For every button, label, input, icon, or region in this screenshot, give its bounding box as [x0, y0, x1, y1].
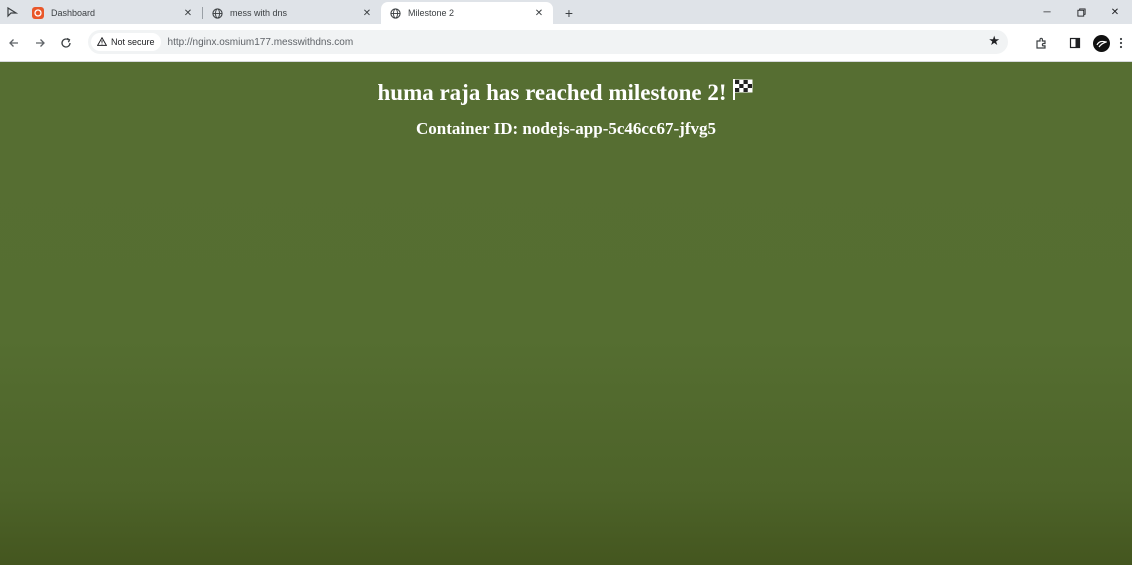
- avatar: [1092, 34, 1110, 52]
- url-text[interactable]: http://nginx.osmium177.messwithdns.com: [168, 37, 354, 48]
- profile-avatar-icon[interactable]: [1088, 30, 1114, 56]
- page-content: huma raja has reached milestone 2! Conta…: [0, 62, 1132, 565]
- security-label: Not secure: [111, 37, 155, 47]
- close-tab-icon[interactable]: ✕: [182, 7, 194, 19]
- reload-icon[interactable]: [53, 30, 79, 56]
- minimize-icon[interactable]: ─: [1030, 0, 1064, 24]
- security-indicator[interactable]: Not secure: [91, 33, 161, 51]
- bookmark-star-icon[interactable]: ★: [988, 33, 1000, 49]
- close-tab-icon[interactable]: ✕: [361, 7, 373, 19]
- close-window-icon[interactable]: ✕: [1098, 0, 1132, 24]
- milestone-heading-text: huma raja has reached milestone 2!: [377, 80, 727, 105]
- extensions-puzzle-icon[interactable]: [1028, 30, 1054, 56]
- tab-mess-with-dns[interactable]: mess with dns ✕: [203, 2, 381, 24]
- checkered-flag-icon: [731, 77, 755, 108]
- tab-search-icon[interactable]: [0, 0, 24, 24]
- tab-title: mess with dns: [230, 8, 288, 18]
- restore-icon[interactable]: [1064, 0, 1098, 24]
- menu-kebab-icon[interactable]: [1114, 30, 1128, 56]
- warning-triangle-icon: [96, 36, 108, 48]
- page-title: huma raja has reached milestone 2!: [0, 79, 1132, 108]
- back-arrow-icon[interactable]: [1, 30, 27, 56]
- window-controls: ─ ✕: [1030, 0, 1132, 24]
- tab-title: Dashboard: [51, 8, 96, 18]
- toolbar-right-actions: [1028, 30, 1128, 56]
- container-id-text: Container ID: nodejs-app-5c46cc67-jfvg5: [416, 119, 716, 138]
- globe-icon: [211, 7, 223, 19]
- ubuntu-logo-icon: [32, 7, 44, 19]
- tab-milestone-2[interactable]: Milestone 2 ✕: [381, 2, 553, 24]
- close-tab-icon[interactable]: ✕: [533, 7, 545, 19]
- tab-title: Milestone 2: [408, 8, 455, 18]
- address-bar[interactable]: Not secure http://nginx.osmium177.messwi…: [88, 30, 1008, 54]
- side-panel-icon[interactable]: [1062, 30, 1088, 56]
- globe-icon: [389, 7, 401, 19]
- browser-toolbar: Not secure http://nginx.osmium177.messwi…: [0, 24, 1132, 62]
- forward-arrow-icon[interactable]: [27, 30, 53, 56]
- tab-strip: Dashboard ✕ mess with dns ✕ Milestone 2 …: [0, 0, 1132, 24]
- browser-window: Dashboard ✕ mess with dns ✕ Milestone 2 …: [0, 0, 1132, 565]
- tab-dashboard[interactable]: Dashboard ✕: [24, 2, 202, 24]
- new-tab-button[interactable]: +: [559, 3, 579, 23]
